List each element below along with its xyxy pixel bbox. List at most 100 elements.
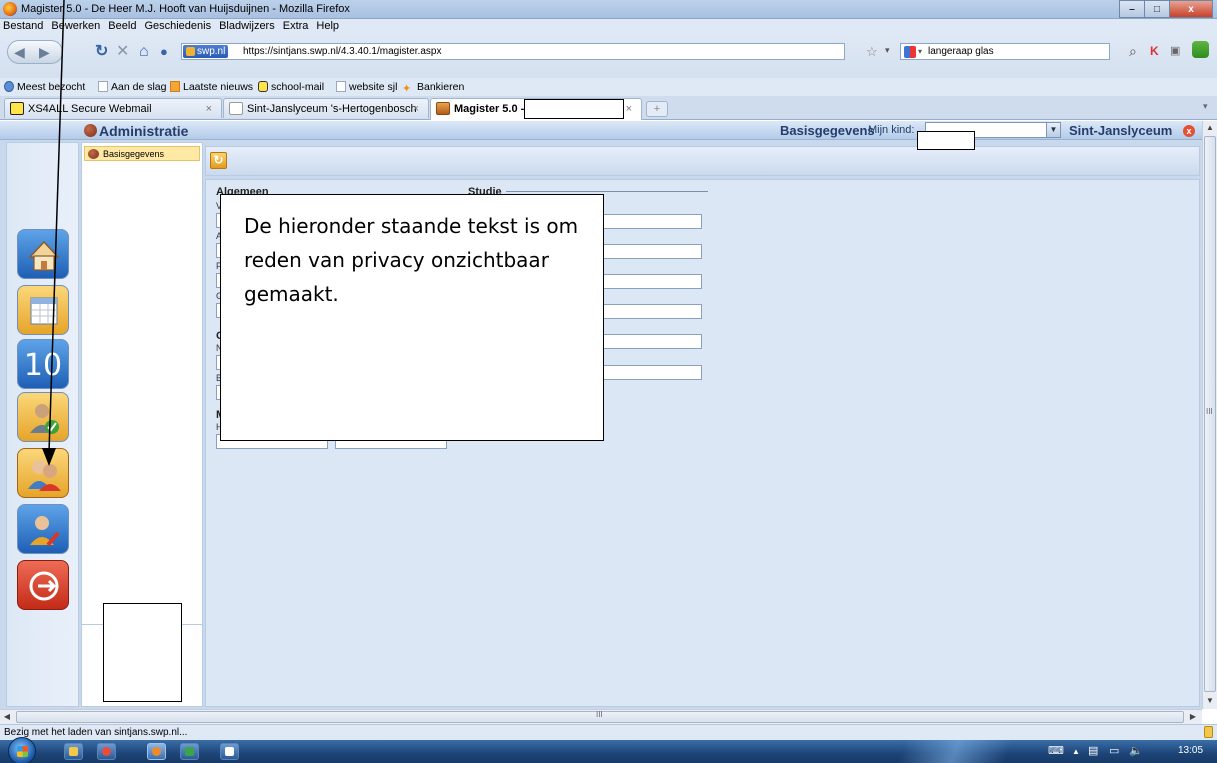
bookmark-laatste-nieuws[interactable]: Laatste nieuws bbox=[170, 81, 253, 93]
new-tab-button[interactable]: + bbox=[646, 101, 668, 117]
bookmark-label: website sjl bbox=[349, 81, 398, 93]
addon-icon[interactable]: ● bbox=[160, 44, 168, 60]
firefox-icon bbox=[152, 747, 161, 756]
taskbar-chrome-icon[interactable] bbox=[97, 743, 116, 760]
bookmark-bankieren[interactable]: ✦ Bankieren bbox=[402, 81, 464, 95]
taskbar-excel-icon[interactable] bbox=[180, 743, 199, 760]
subnav-item-basisgegevens[interactable]: Basisgegevens bbox=[84, 146, 200, 161]
tab-sint-janslyceum[interactable]: Sint-Janslyceum 's-Hertogenbosch × bbox=[223, 98, 429, 118]
search-engine-icon[interactable] bbox=[904, 46, 916, 58]
network-icon[interactable]: ▤ bbox=[1088, 744, 1098, 757]
scroll-right-icon[interactable]: ▶ bbox=[1186, 710, 1200, 724]
addon-k-icon[interactable]: K bbox=[1150, 44, 1159, 58]
administratie-icon bbox=[84, 124, 97, 137]
tab-list-icon[interactable]: ▾ bbox=[1203, 101, 1208, 112]
calendar-icon bbox=[30, 297, 58, 325]
search-input[interactable]: langeraap glas bbox=[928, 46, 994, 57]
rss-icon bbox=[170, 81, 180, 92]
spreadsheet-icon bbox=[185, 747, 194, 756]
taskbar-firefox-icon[interactable] bbox=[147, 743, 166, 760]
horizontal-scrollbar[interactable]: ◀ III ▶ bbox=[0, 709, 1202, 724]
section-divider bbox=[506, 191, 708, 192]
bookmark-school-mail[interactable]: school-mail bbox=[258, 81, 324, 93]
tray-expand-icon[interactable]: ▲ bbox=[1072, 747, 1080, 756]
lock-icon[interactable] bbox=[1204, 726, 1213, 738]
clock: 13:05 bbox=[1178, 745, 1204, 756]
status-text: Bezig met het laden van sintjans.swp.nl.… bbox=[4, 727, 188, 738]
instellingen-module-button[interactable] bbox=[17, 504, 69, 554]
taskbar-word-icon[interactable] bbox=[220, 743, 239, 760]
globe-icon bbox=[4, 81, 14, 92]
volume-icon[interactable]: 🔈 bbox=[1129, 744, 1143, 757]
vertical-scrollbar[interactable]: ▲ III ▼ bbox=[1202, 121, 1217, 709]
search-engine-dropdown-icon[interactable]: ▾ bbox=[918, 47, 922, 56]
navigation-toolbar: ◀ ▶ ↻ ✕ ⌂ ● swp.nl https://sintjans.swp.… bbox=[0, 35, 1217, 79]
bookmark-label: school-mail bbox=[271, 81, 325, 93]
keyboard-icon[interactable]: ⌨ bbox=[1048, 744, 1064, 757]
window-title: Magister 5.0 - De Heer M.J. Hooft van Hu… bbox=[21, 3, 350, 15]
menu-help[interactable]: Help bbox=[312, 19, 343, 32]
menu-bar: Bestand Bewerken Beeld Geschiedenis Bladwijz… bbox=[0, 19, 1217, 35]
close-tab-icon[interactable]: × bbox=[626, 103, 632, 115]
bookmark-star-icon[interactable]: ☆ bbox=[866, 44, 878, 60]
menu-bewerken[interactable]: Bewerken bbox=[47, 19, 104, 32]
page-title: Administratie bbox=[99, 123, 189, 139]
firefox-icon bbox=[3, 2, 17, 16]
menu-bladwijzers[interactable]: Bladwijzers bbox=[215, 19, 279, 32]
scroll-down-icon[interactable]: ▼ bbox=[1203, 694, 1217, 708]
logout-module-button[interactable] bbox=[17, 560, 69, 610]
bookmark-website-sjl[interactable]: website sjl bbox=[336, 81, 397, 93]
reload-icon[interactable]: ↻ bbox=[95, 44, 108, 60]
addon-box-icon[interactable]: ▣ bbox=[1170, 44, 1180, 58]
home-module-button[interactable] bbox=[17, 229, 69, 279]
persons-icon bbox=[28, 460, 61, 491]
administratie-module-button[interactable] bbox=[17, 448, 69, 498]
bank-icon: ✦ bbox=[402, 83, 412, 95]
scroll-up-icon[interactable]: ▲ bbox=[1203, 121, 1217, 135]
forward-arrow-icon[interactable]: ▶ bbox=[39, 44, 50, 61]
search-icon[interactable]: ⌕ bbox=[1129, 44, 1137, 58]
mijn-kind-label: Mijn kind: bbox=[868, 124, 915, 136]
xs4all-icon bbox=[10, 102, 24, 115]
logout-school-icon[interactable]: x bbox=[1183, 125, 1195, 137]
person-check-icon bbox=[30, 404, 59, 434]
close-tab-icon[interactable]: × bbox=[206, 103, 212, 115]
search-bar[interactable]: ▾ langeraap glas bbox=[900, 43, 1110, 60]
url-bar[interactable]: swp.nl https://sintjans.swp.nl/4.3.40.1/… bbox=[181, 43, 845, 60]
bookmark-aan-de-slag[interactable]: Aan de slag bbox=[98, 81, 166, 93]
taskbar-glow bbox=[870, 740, 1040, 763]
tab-label: XS4ALL Secure Webmail bbox=[28, 103, 152, 115]
aanwezigheid-module-button[interactable] bbox=[17, 392, 69, 442]
site-identity-badge[interactable]: swp.nl bbox=[183, 45, 229, 58]
menu-bestand[interactable]: Bestand bbox=[0, 19, 47, 32]
privacy-note: De hieronder staande tekst is om reden v… bbox=[220, 194, 604, 441]
stop-icon[interactable]: ✕ bbox=[116, 44, 129, 60]
refresh-button[interactable]: ↻ bbox=[210, 152, 227, 169]
tab-label: Magister 5.0 - I bbox=[454, 103, 531, 115]
taskbar-explorer-icon[interactable] bbox=[64, 743, 83, 760]
minimize-button[interactable]: – bbox=[1119, 0, 1145, 18]
chevron-down-icon[interactable]: ▼ bbox=[1046, 123, 1060, 137]
close-tab-icon[interactable]: × bbox=[413, 103, 419, 115]
maximize-button[interactable]: □ bbox=[1144, 0, 1170, 18]
home-icon[interactable]: ⌂ bbox=[139, 44, 149, 60]
monitor-icon[interactable]: ▭ bbox=[1109, 744, 1119, 757]
scroll-left-icon[interactable]: ◀ bbox=[0, 710, 14, 724]
back-forward-buttons[interactable]: ◀ ▶ bbox=[7, 40, 63, 64]
page-icon bbox=[98, 81, 108, 92]
close-window-button[interactable]: x bbox=[1169, 0, 1213, 18]
start-button[interactable] bbox=[8, 737, 36, 763]
url-dropdown-icon[interactable]: ▾ bbox=[885, 45, 890, 56]
content-toolbar: ↻ bbox=[205, 146, 1200, 176]
bookmarks-toolbar: Meest bezocht Aan de slag Laatste nieuws… bbox=[0, 78, 1217, 96]
menu-geschiedenis[interactable]: Geschiedenis bbox=[140, 19, 215, 32]
bookmark-meest-bezocht[interactable]: Meest bezocht bbox=[4, 81, 85, 93]
skype-icon[interactable] bbox=[1192, 41, 1209, 58]
cijfers-module-button[interactable]: 10 bbox=[17, 339, 69, 389]
tab-xs4all-webmail[interactable]: XS4ALL Secure Webmail × bbox=[4, 98, 222, 118]
section-label: Basisgegevens bbox=[780, 123, 875, 138]
menu-extra[interactable]: Extra bbox=[279, 19, 313, 32]
menu-beeld[interactable]: Beeld bbox=[104, 19, 140, 32]
agenda-module-button[interactable] bbox=[17, 285, 69, 335]
back-arrow-icon[interactable]: ◀ bbox=[14, 44, 25, 61]
